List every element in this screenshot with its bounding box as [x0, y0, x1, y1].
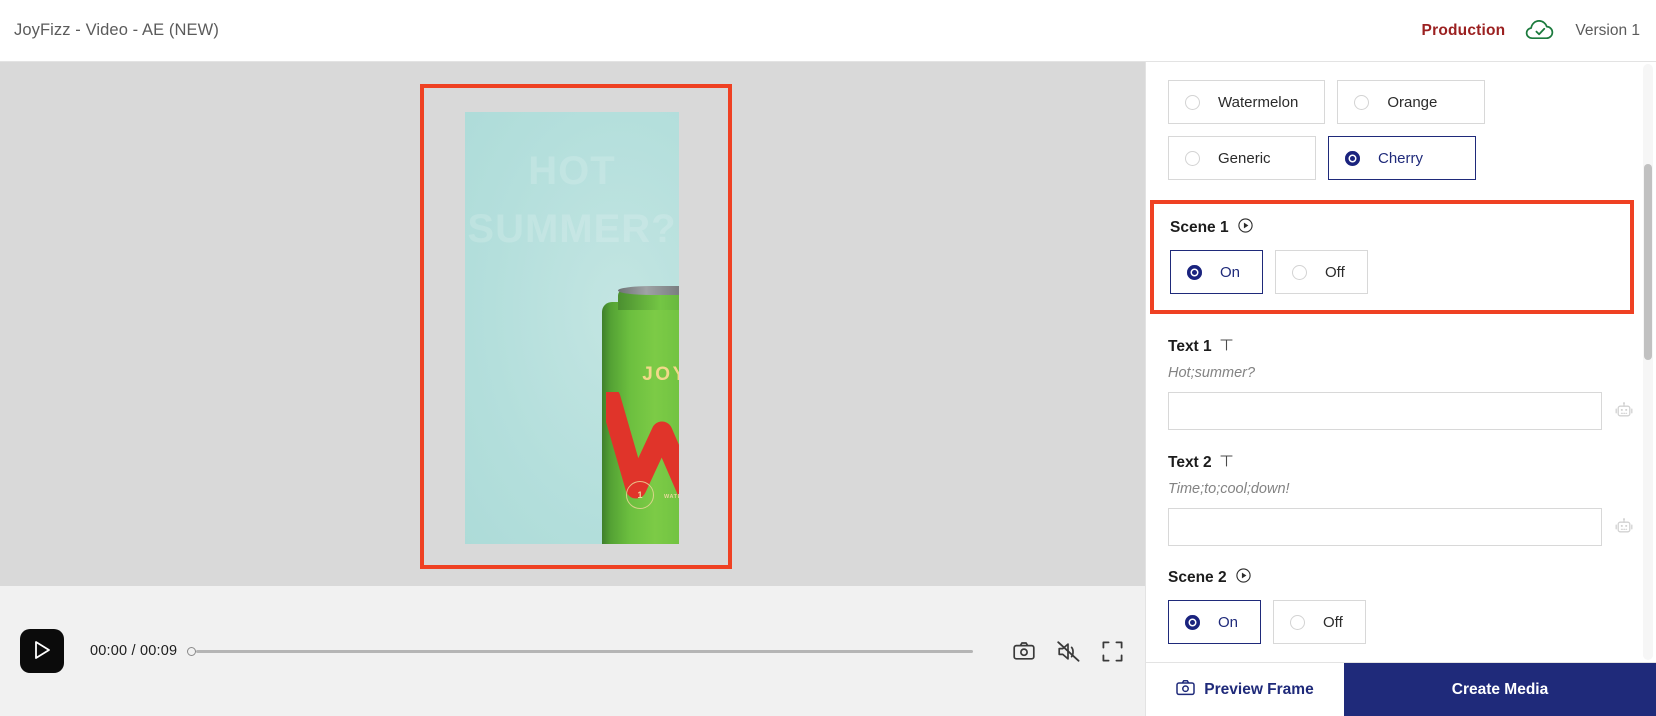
scene-2-header: Scene 2: [1168, 568, 1634, 588]
page-title: JoyFizz - Video - AE (NEW): [14, 21, 219, 39]
text-2-hint: Time;to;cool;down!: [1168, 481, 1290, 497]
text-title: Text 1: [1168, 338, 1212, 355]
create-media-label: Create Media: [1451, 681, 1549, 698]
seek-thumb[interactable]: [187, 646, 197, 656]
fullscreen-icon[interactable]: [1099, 638, 1125, 664]
play-circle-icon[interactable]: [1235, 568, 1251, 588]
sidebar-scrollbar-track[interactable]: [1643, 64, 1653, 660]
volume-muted-icon[interactable]: [1055, 638, 1081, 664]
sidebar-scroll-area: Watermelon Orange Generic Cherry Scene 1…: [1146, 62, 1656, 662]
flavor-option-orange[interactable]: Orange: [1337, 80, 1486, 124]
camera-icon[interactable]: [1011, 638, 1037, 664]
option-label: On: [1218, 613, 1239, 631]
sidebar-scrollbar-thumb[interactable]: [1644, 164, 1652, 360]
video-canvas[interactable]: HOT SUMMER? JOY 1 WATERMELON: [465, 112, 679, 544]
flavor-option-cherry[interactable]: Cherry: [1328, 136, 1476, 180]
scene-2-on-option[interactable]: On: [1168, 600, 1262, 644]
scene-1-header: Scene 1: [1170, 218, 1614, 238]
radio-icon: [1185, 94, 1200, 110]
scene-title: Scene 1: [1170, 219, 1229, 236]
cloud-check-icon: [1523, 19, 1557, 43]
radio-icon: [1292, 264, 1308, 280]
can-badge: 1: [626, 481, 654, 509]
scene-1-on-option[interactable]: On: [1170, 250, 1264, 294]
seek-track: [196, 649, 973, 653]
text-title: Text 2: [1168, 454, 1212, 471]
text-2-field-row: [1168, 508, 1634, 546]
flavor-option-watermelon[interactable]: Watermelon: [1168, 80, 1326, 124]
time-display: 00:00 / 00:09: [90, 643, 178, 659]
preview-frame-button[interactable]: Preview Frame: [1146, 663, 1344, 716]
scene-2-off-option[interactable]: Off: [1273, 600, 1366, 644]
play-icon: [32, 639, 52, 664]
video-player-panel: HOT SUMMER? JOY 1 WATERMELON: [0, 62, 1145, 716]
preview-frame-label: Preview Frame: [1204, 681, 1314, 698]
text-block-1: Text 1 Hot;summer?: [1168, 338, 1634, 430]
radio-icon: [1345, 150, 1360, 166]
option-label: Off: [1323, 613, 1343, 631]
camera-icon: [1176, 679, 1196, 701]
text-tool-icon: [1220, 338, 1233, 356]
can-flavor-text: WATERMELON: [664, 494, 679, 500]
text-block-2: Text 2 Time;to;cool;down!: [1168, 454, 1634, 546]
video-overlay-text: HOT SUMMER?: [467, 149, 677, 251]
text-1-input[interactable]: [1168, 392, 1602, 430]
video-selection-frame[interactable]: HOT SUMMER? JOY 1 WATERMELON: [420, 84, 732, 569]
app-header: JoyFizz - Video - AE (NEW) Production Ve…: [0, 0, 1656, 62]
scene-block-1: Scene 1 On Off: [1150, 200, 1634, 314]
player-controls: 00:00 / 00:09: [0, 586, 1145, 716]
option-label: On: [1220, 263, 1241, 281]
seek-slider[interactable]: [187, 643, 973, 659]
scene-block-2: Scene 2 On Off: [1168, 568, 1634, 644]
flavor-option-generic[interactable]: Generic: [1168, 136, 1316, 180]
option-label: Watermelon: [1218, 93, 1299, 111]
radio-icon: [1290, 614, 1306, 630]
flavor-option-group: Watermelon Orange Generic Cherry: [1168, 80, 1634, 180]
video-stage: HOT SUMMER? JOY 1 WATERMELON: [0, 62, 1145, 586]
can-lid: [618, 286, 679, 295]
environment-badge: Production: [1421, 21, 1506, 39]
sidebar-action-bar: Preview Frame Create Media: [1146, 662, 1656, 716]
option-label: Generic: [1218, 149, 1271, 167]
text-2-header: Text 2: [1168, 454, 1634, 472]
text-1-header: Text 1: [1168, 338, 1634, 356]
option-label: Off: [1325, 263, 1345, 281]
option-label: Cherry: [1378, 149, 1424, 167]
text-1-hint: Hot;summer?: [1168, 365, 1256, 381]
radio-icon: [1185, 150, 1200, 166]
settings-sidebar: Watermelon Orange Generic Cherry Scene 1…: [1145, 62, 1656, 716]
create-media-button[interactable]: Create Media: [1344, 663, 1656, 716]
play-button[interactable]: [20, 629, 64, 673]
robot-icon[interactable]: [1614, 401, 1634, 421]
scene-1-off-option[interactable]: Off: [1275, 250, 1368, 294]
scene-1-toggle-group: On Off: [1170, 250, 1614, 294]
radio-icon: [1187, 264, 1202, 280]
scene-title: Scene 2: [1168, 569, 1227, 586]
text-tool-icon: [1220, 454, 1233, 472]
scene-2-toggle-group: On Off: [1168, 600, 1634, 644]
option-label: Orange: [1387, 93, 1438, 111]
app-root: JoyFizz - Video - AE (NEW) Production Ve…: [0, 0, 1656, 716]
can-brand-text: JOY: [642, 364, 679, 385]
product-can-image: JOY 1 WATERMELON: [602, 286, 679, 544]
radio-icon: [1185, 614, 1200, 630]
play-circle-icon[interactable]: [1237, 218, 1253, 238]
robot-icon[interactable]: [1614, 517, 1634, 537]
text-1-field-row: [1168, 392, 1634, 430]
text-2-input[interactable]: [1168, 508, 1602, 546]
header-status-group: Production Version 1: [1422, 19, 1640, 43]
version-label: Version 1: [1575, 21, 1640, 39]
radio-icon: [1354, 94, 1370, 110]
